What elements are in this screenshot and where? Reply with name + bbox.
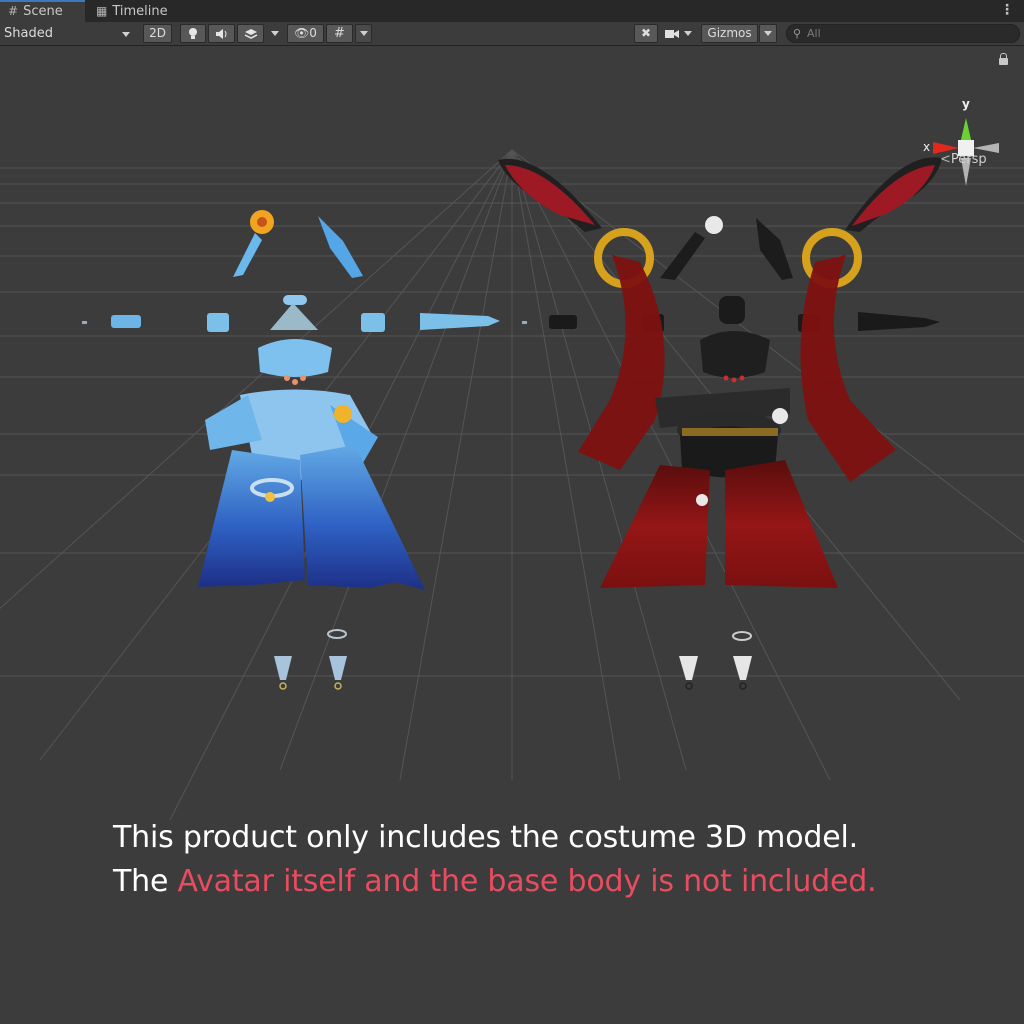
lightbulb-icon (189, 28, 197, 39)
ground-grid (0, 149, 1024, 821)
draw-mode-dropdown[interactable]: Shaded (4, 24, 134, 43)
tab-scene[interactable]: # Scene (0, 0, 85, 22)
projection-toggle[interactable]: <Persp (940, 152, 987, 167)
eye-slash-icon: 👁︎ (294, 26, 310, 40)
scene-viewport[interactable]: x y <Persp This product only includes th… (0, 46, 1024, 1024)
tab-timeline[interactable]: ▦ Timeline (88, 0, 183, 22)
lock-icon[interactable] (999, 53, 1008, 65)
lighting-toggle-button[interactable] (180, 24, 206, 43)
chevron-left-icon: < (940, 152, 951, 167)
gizmos-dropdown[interactable] (759, 24, 777, 43)
draw-mode-label: Shaded (4, 26, 53, 41)
caption-line-2-prefix: The (113, 864, 178, 899)
tab-bar: # Scene ▦ Timeline ⋮ (0, 0, 1024, 23)
projection-label: Persp (950, 152, 987, 167)
gizmos-button[interactable]: Gizmos (701, 24, 758, 43)
more-options-icon[interactable]: ⋮ (1000, 2, 1014, 18)
chevron-down-icon (684, 31, 693, 36)
chevron-down-icon (764, 31, 772, 36)
camera-icon (665, 29, 679, 38)
x-axis-label: x (923, 140, 931, 154)
effects-dropdown[interactable] (266, 24, 284, 43)
grid-toggle-button[interactable]: # (326, 24, 353, 43)
grid-icon: # (8, 4, 19, 18)
caption-highlight: Avatar itself and the base body is not i… (177, 864, 877, 899)
orientation-gizmo[interactable]: x y (915, 96, 1015, 186)
caption-line-2: The Avatar itself and the base body is n… (113, 860, 993, 904)
y-axis-label: y (962, 97, 970, 111)
search-icon: ⚲ (793, 27, 802, 40)
hidden-objects-toggle[interactable]: 👁︎0 (287, 24, 324, 43)
tab-timeline-label: Timeline (112, 4, 168, 19)
layers-icon (244, 29, 257, 39)
chevron-down-icon (359, 31, 368, 36)
caption-line-1: This product only includes the costume 3… (113, 820, 858, 855)
search-placeholder: All (807, 27, 821, 40)
blue-costume-model[interactable] (82, 210, 527, 690)
chevron-down-icon (271, 31, 279, 36)
toggle-2d-button[interactable]: 2D (143, 24, 172, 43)
speaker-icon (215, 29, 226, 39)
chevron-down-icon (122, 32, 130, 37)
hidden-count: 0 (309, 26, 317, 40)
wrench-icon: ✖ (640, 26, 652, 40)
search-input[interactable]: ⚲ All (786, 24, 1020, 43)
red-costume-model[interactable] (498, 157, 942, 690)
camera-dropdown[interactable] (664, 24, 698, 43)
effects-toggle-button[interactable] (237, 24, 264, 43)
tools-button[interactable]: ✖ (634, 24, 658, 43)
tab-scene-label: Scene (23, 4, 63, 19)
grid-dropdown[interactable] (355, 24, 372, 43)
grid-snap-icon: # (334, 26, 345, 41)
timeline-icon: ▦ (96, 4, 108, 18)
scene-toolbar: Shaded 2D 👁︎0 # ✖ Gizmos ⚲ All (0, 22, 1024, 46)
audio-toggle-button[interactable] (208, 24, 235, 43)
